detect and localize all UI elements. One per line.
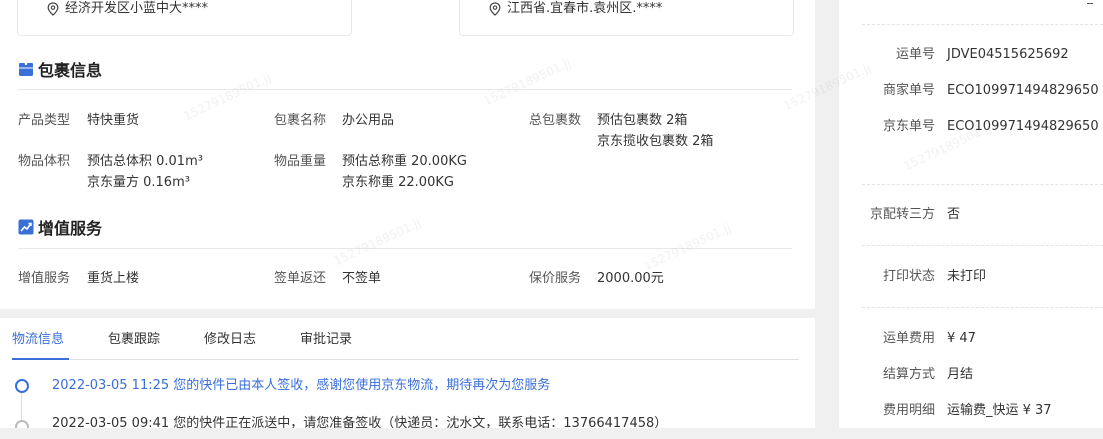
fee-label: 运单费用	[882, 331, 935, 346]
divider	[18, 248, 792, 249]
total-packages-estimated: 预估包裹数 2箱	[597, 113, 688, 128]
print-status-label: 打印状态	[882, 269, 935, 284]
volume-measured: 京东量方 0.16m³	[87, 175, 190, 190]
service-label: 增值服务	[18, 271, 71, 286]
sender-address: 经济开发区小蓝中大****	[47, 0, 208, 18]
jd-order-number[interactable]: ECO109971494829650	[947, 117, 1099, 137]
weight-measured: 京东称重 22.00KG	[342, 175, 454, 190]
fee-detail-label: 费用明细	[882, 403, 935, 418]
active-tab-indicator	[12, 358, 69, 360]
divider	[862, 245, 1103, 246]
fee-detail-value: 运输费_快运 ¥ 37	[947, 403, 1052, 418]
weight-estimated: 预估总称重 20.00KG	[342, 154, 467, 169]
product-type-value: 特快重货	[87, 113, 140, 128]
volume-label: 物品体积	[18, 154, 71, 169]
timeline-dot-current	[15, 379, 29, 393]
trend-chart-icon	[18, 219, 34, 235]
tab-bar-divider	[12, 359, 799, 360]
divider	[862, 24, 1103, 25]
weight-label: 物品重量	[274, 154, 327, 169]
total-packages-collected: 京东揽收包裹数 2箱	[597, 134, 714, 149]
receiver-address: 江西省.宜春市.袁州区.****	[489, 0, 662, 18]
volume-estimated: 预估总体积 0.01m³	[87, 154, 203, 169]
package-icon	[19, 63, 33, 76]
total-packages-label: 总包裹数	[529, 113, 582, 128]
value-added-title-text: 增值服务	[38, 219, 103, 238]
location-pin-icon	[489, 2, 501, 16]
timeline-event: 2022-03-05 11:25 您的快件已由本人签收，感谢您使用京东物流，期待…	[52, 378, 551, 393]
merchant-order-label: 商家单号	[882, 83, 935, 98]
fee-value: ¥ 47	[947, 331, 976, 346]
sender-address-text: 经济开发区小蓝中大****	[65, 1, 209, 16]
return-value: 不签单	[342, 271, 382, 286]
waybill-label: 运单号	[895, 47, 935, 62]
third-party-value: 否	[947, 207, 961, 222]
insurance-value: 2000.00元	[597, 271, 664, 286]
waybill-number[interactable]: JDVE04515625692	[947, 45, 1069, 65]
tab-logistics-info[interactable]: 物流信息	[12, 330, 64, 350]
product-type-label: 产品类型	[18, 113, 71, 128]
third-party-label: 京配转三方	[869, 207, 935, 222]
package-info-title-text: 包裹信息	[38, 61, 103, 80]
tab-change-log[interactable]: 修改日志	[204, 330, 256, 350]
divider	[862, 307, 1103, 308]
insurance-label: 保价服务	[529, 271, 582, 286]
settlement-value: 月结	[947, 367, 974, 382]
divider	[862, 184, 1103, 185]
truncated-mark	[1087, 0, 1093, 4]
package-name-value: 办公用品	[342, 113, 395, 128]
divider	[18, 89, 792, 90]
receiver-address-text: 江西省.宜春市.袁州区.****	[507, 1, 663, 16]
merchant-order-number[interactable]: ECO109971494829650	[947, 81, 1099, 101]
settlement-label: 结算方式	[882, 367, 935, 382]
location-pin-icon	[47, 2, 59, 16]
service-value: 重货上楼	[87, 271, 140, 286]
jd-order-label: 京东单号	[882, 119, 935, 134]
return-label: 签单返还	[274, 271, 327, 286]
tab-approval-records[interactable]: 审批记录	[300, 330, 352, 350]
print-status-value: 未打印	[947, 269, 987, 284]
horizontal-scrollbar[interactable]	[0, 428, 1103, 439]
tab-package-tracking[interactable]: 包裹跟踪	[108, 330, 160, 350]
package-name-label: 包裹名称	[274, 113, 327, 128]
package-info-title: 包裹信息	[18, 57, 102, 81]
value-added-title: 增值服务	[18, 215, 102, 239]
